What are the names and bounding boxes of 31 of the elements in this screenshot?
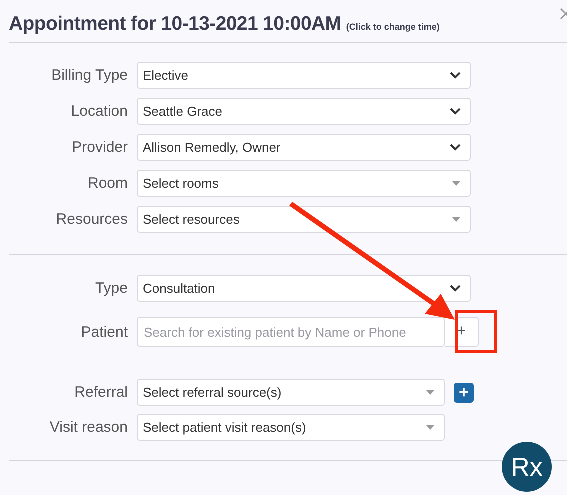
field-label: Patient	[80, 324, 129, 340]
chevron-icon	[450, 144, 461, 151]
patient-search-field[interactable]: Search for existing patient by Name or Phone	[137, 317, 445, 347]
chevron-icon	[450, 72, 461, 79]
field-label: Referral	[74, 384, 129, 401]
dialog-title[interactable]: Appointment for 10-13-2021 10:00AM (Click to change time)	[9, 13, 440, 36]
field-label: Billing Type	[50, 67, 129, 84]
caret-icon	[452, 181, 461, 186]
select-field[interactable]: Allison Remedly, Owner	[137, 134, 471, 161]
field-label: Room	[86, 175, 129, 192]
caret-icon	[426, 390, 435, 395]
rx-badge[interactable]: Rx	[502, 442, 552, 492]
select-field[interactable]: Select resources	[137, 206, 471, 233]
caret-icon	[426, 425, 435, 430]
add-button[interactable]: +	[454, 382, 474, 402]
select-field[interactable]: Select patient visit reason(s)	[137, 414, 445, 441]
field-label: Provider	[71, 139, 129, 156]
select-field[interactable]: Elective	[137, 62, 471, 89]
field-label: Type	[94, 280, 129, 297]
select-field[interactable]: Select rooms	[137, 170, 471, 197]
chevron-icon	[450, 108, 461, 115]
field-label: Resources	[55, 211, 129, 228]
field-label: Visit reason	[48, 419, 129, 436]
select-field[interactable]: Select referral source(s)	[137, 379, 445, 406]
caret-icon	[452, 217, 461, 222]
highlight-box	[455, 310, 497, 353]
close-icon[interactable]	[560, 8, 567, 20]
chevron-icon	[450, 285, 461, 292]
field-label: Location	[70, 103, 129, 120]
select-field[interactable]: Consultation	[137, 275, 471, 302]
select-field[interactable]: Seattle Grace	[137, 98, 471, 125]
